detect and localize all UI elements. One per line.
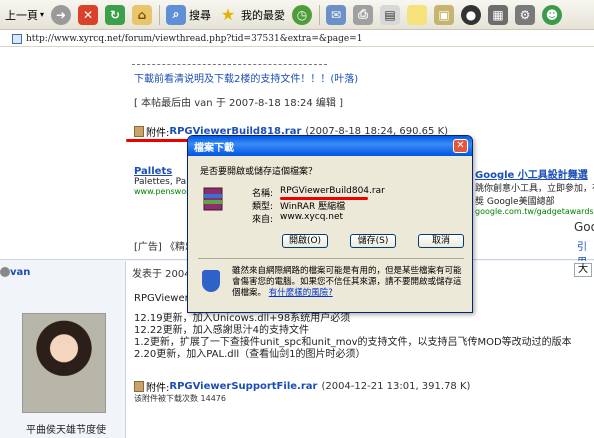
refresh-button[interactable]: ↻ xyxy=(102,3,128,27)
dialog-titlebar[interactable]: 檔案下載 xyxy=(188,136,472,156)
print-button[interactable]: ⎙ xyxy=(350,3,376,27)
edit-icon: ▤ xyxy=(380,4,401,25)
ad-url: google.com.tw/gadgetawards xyxy=(475,207,594,216)
refresh-icon: ↻ xyxy=(105,4,126,25)
open-button[interactable]: 開啟(O) xyxy=(282,234,328,248)
rar-icon xyxy=(134,381,144,392)
back-button[interactable]: 上一頁 ▾ xyxy=(2,3,47,27)
mail-button[interactable]: ✉ xyxy=(323,3,349,27)
warning-body: 雖然來自網際網路的檔案可能是有用的，但是某些檔案有可能會傷害您的電腦。如果您不信… xyxy=(232,266,462,298)
ad-desc-2: 獎 Google美國總部 xyxy=(475,197,555,207)
home-icon: ⌂ xyxy=(132,4,153,25)
history-icon: ◷ xyxy=(292,4,313,25)
close-icon[interactable]: ✕ xyxy=(453,139,468,153)
history-button[interactable]: ◷ xyxy=(289,3,315,27)
chevron-down-icon: ▾ xyxy=(40,10,45,19)
font-size-button[interactable]: 大 xyxy=(574,263,592,277)
note-icon xyxy=(407,4,428,25)
dialog-divider xyxy=(198,258,464,259)
frame-icon: ▣ xyxy=(434,4,455,25)
type-value: WinRAR 壓縮檔 xyxy=(280,202,346,212)
messenger-button[interactable]: ● xyxy=(458,3,484,27)
ad-block-right[interactable]: Google 小工具設計舞選 跳你創意小工具，立即參加，有 獎 Google美國… xyxy=(475,166,594,226)
forward-button[interactable]: ➜ xyxy=(48,3,74,27)
from-label: 來自: xyxy=(252,215,274,225)
search-button[interactable]: ⌕ 搜尋 xyxy=(163,3,214,27)
dialog-question: 是否要開啟或儲存這個檔案？ xyxy=(200,167,318,177)
stop-button[interactable]: ✕ xyxy=(75,3,101,27)
attachment-meta: (2004-12-21 13:01, 391.78 K) xyxy=(321,381,471,392)
star-icon: ★ xyxy=(220,5,236,24)
gallery-button[interactable]: ▦ xyxy=(485,3,511,27)
address-bar[interactable]: http://www.xyrcq.net/forum/viewthread.ph… xyxy=(0,31,594,47)
warning-text: 雖然來自網際網路的檔案可能是有用的，但是某些檔案有可能會傷害您的電腦。如果您不信… xyxy=(232,266,468,299)
rar-icon xyxy=(134,126,144,137)
stop-icon: ✕ xyxy=(78,4,99,25)
page-icon xyxy=(12,33,22,44)
ad-desc: 跳你創意小工具，立即參加，有 xyxy=(475,184,594,194)
author-panel: van 平曲侯天雄节度使 xyxy=(0,261,126,438)
save-button[interactable]: 儲存(S) xyxy=(350,234,396,248)
back-label: 上一頁 xyxy=(5,8,38,22)
download-count: 该附件被下载次数 14476 xyxy=(134,394,226,403)
tools-button[interactable]: ⚙ xyxy=(512,3,538,27)
name-value: RPGViewerBuild804.rar xyxy=(280,186,385,196)
address-url: http://www.xyrcq.net/forum/viewthread.ph… xyxy=(26,33,363,44)
frame-button[interactable]: ▣ xyxy=(431,3,457,27)
search-icon: ⌕ xyxy=(166,4,187,25)
print-icon: ⎙ xyxy=(353,4,374,25)
mail-icon: ✉ xyxy=(326,4,347,25)
avatar xyxy=(22,313,106,413)
type-label: 類型: xyxy=(252,202,274,212)
gallery-icon: ▦ xyxy=(488,4,509,25)
name-label: 名稱: xyxy=(252,189,274,199)
toolbar-divider xyxy=(319,4,321,25)
shield-icon xyxy=(202,270,220,292)
risk-link[interactable]: 有什麼樣的風險? xyxy=(269,288,333,298)
edit-button[interactable]: ▤ xyxy=(377,3,403,27)
frog-button[interactable]: ☻ xyxy=(539,3,565,27)
search-label: 搜尋 xyxy=(189,8,212,22)
frog-icon: ☻ xyxy=(542,4,563,25)
tools-icon: ⚙ xyxy=(515,4,536,25)
edit-note: [ 本帖最后由 van 于 2007-8-18 18:24 编辑 ] xyxy=(134,98,344,109)
cancel-button[interactable]: 取消 xyxy=(418,234,464,248)
dashed-divider xyxy=(132,64,327,65)
online-status-icon xyxy=(0,267,10,277)
home-button[interactable]: ⌂ xyxy=(129,3,155,27)
highlight-underline xyxy=(280,197,368,200)
winrar-file-icon xyxy=(203,187,223,211)
google-logo-text: Goo xyxy=(574,220,594,234)
note-button[interactable] xyxy=(404,3,430,27)
file-download-dialog: 檔案下載 ✕ 是否要開啟或儲存這個檔案？ 名稱: RPGViewerBuild8… xyxy=(187,135,473,313)
author-name[interactable]: van xyxy=(10,267,30,278)
favorites-button[interactable]: ★ 我的最愛 xyxy=(215,3,288,27)
browser-toolbar: 上一頁 ▾ ➜ ✕ ↻ ⌂ ⌕ 搜尋 ★ 我的最愛 ◷ ✉ ⎙ ▤ ▣ ● ▦ xyxy=(0,0,594,30)
from-value: www.xycq.net xyxy=(280,212,344,222)
attachment-row: 附件: RPGViewerSupportFile.rar (2004-12-21… xyxy=(134,379,470,394)
download-note: 下載前看清说明及下载2楼的支持文件！！！(叶落) xyxy=(134,74,359,85)
ad-title[interactable]: Google 小工具設計舞選 xyxy=(475,166,594,181)
dialog-title: 檔案下載 xyxy=(194,142,234,154)
forward-icon: ➜ xyxy=(51,4,72,25)
qq-icon: ● xyxy=(461,4,482,25)
toolbar-divider xyxy=(159,4,161,25)
attachment-prefix: 附件: xyxy=(146,383,170,394)
attachment-link[interactable]: RPGViewerSupportFile.rar xyxy=(169,381,317,392)
author-title: 平曲侯天雄节度使 xyxy=(26,425,106,436)
favorites-label: 我的最愛 xyxy=(241,8,286,22)
attachment-prefix: 附件: xyxy=(146,128,170,139)
post-line: 2.20更新，加入PAL.dll（查看仙剑1的图片时必须） xyxy=(134,349,366,360)
